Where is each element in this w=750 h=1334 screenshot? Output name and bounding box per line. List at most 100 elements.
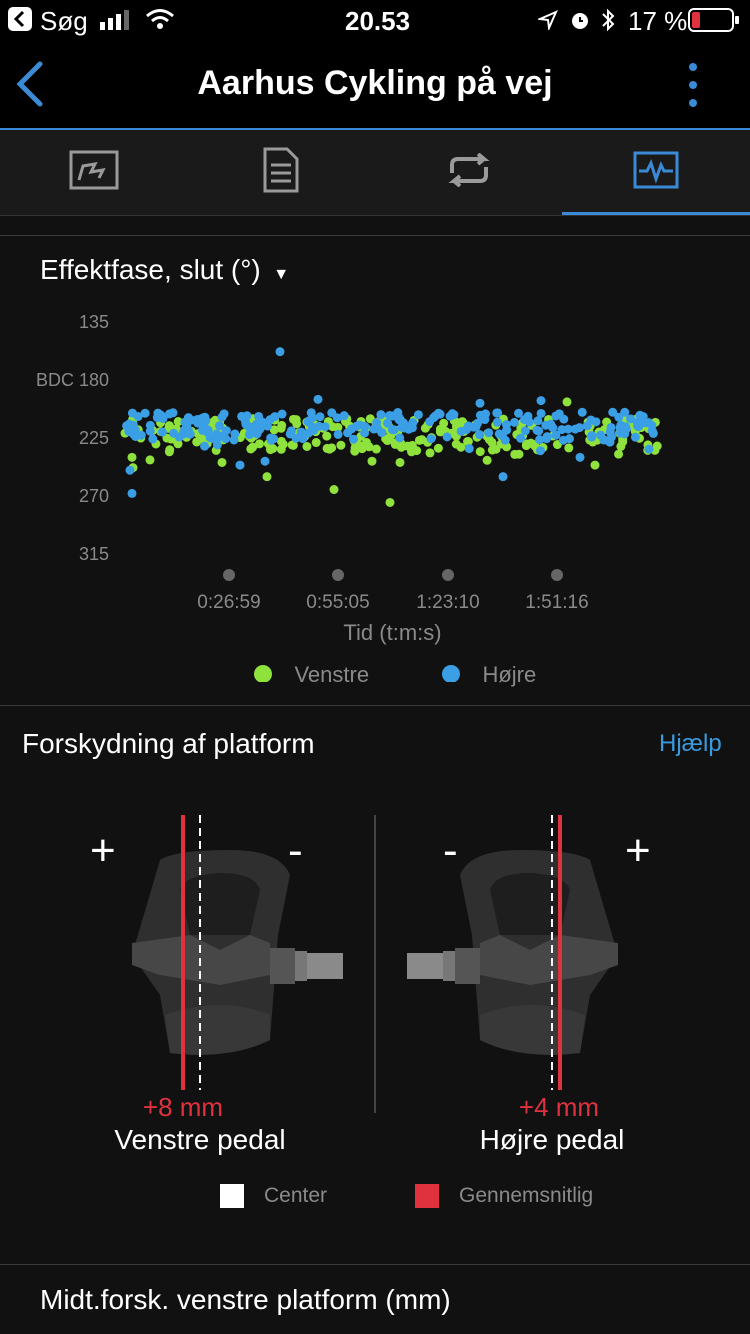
data-point <box>630 432 640 442</box>
back-app-label[interactable]: Søg <box>40 6 88 37</box>
data-point <box>192 437 202 447</box>
data-point <box>626 414 636 424</box>
data-point <box>244 430 254 440</box>
data-point <box>127 488 137 498</box>
data-point <box>447 409 457 419</box>
data-point <box>302 441 312 451</box>
data-point <box>433 408 443 418</box>
y-tick-label: 225 <box>79 428 109 448</box>
data-point <box>383 418 393 428</box>
data-point <box>217 412 227 422</box>
data-point <box>200 441 210 451</box>
repeat-loop-icon <box>444 152 494 192</box>
data-point <box>442 432 452 442</box>
data-point <box>311 438 321 448</box>
data-point <box>469 422 479 432</box>
x-tick-marker <box>332 569 344 581</box>
metric-selector[interactable]: Effektfase, slut (°) ▼ <box>40 254 289 286</box>
data-point <box>265 445 275 455</box>
data-point <box>534 426 544 436</box>
data-point <box>314 421 324 431</box>
tab-laps[interactable] <box>375 130 562 215</box>
data-point <box>487 445 497 455</box>
tab-graphs[interactable] <box>562 130 749 215</box>
average-legend-label: Gennemsnitlig <box>459 1184 594 1207</box>
data-point <box>360 422 370 432</box>
data-point <box>229 435 239 445</box>
y-tick-label: 315 <box>79 544 109 564</box>
y-tick-label: 135 <box>79 312 109 332</box>
location-icon <box>536 10 558 35</box>
legend-right-swatch <box>442 665 460 683</box>
x-tick-marker <box>442 569 454 581</box>
data-point <box>303 417 313 427</box>
x-tick-marker <box>223 569 235 581</box>
data-point <box>557 425 567 435</box>
data-point <box>395 433 405 443</box>
data-point <box>133 412 143 422</box>
data-point <box>276 423 286 433</box>
x-tick-label: 0:55:05 <box>306 592 369 613</box>
data-point <box>475 430 485 440</box>
data-point <box>122 421 132 431</box>
data-point <box>313 394 323 404</box>
left-offset-value: +8 mm <box>142 1092 224 1122</box>
divider <box>0 235 750 236</box>
data-point <box>484 428 494 438</box>
data-point <box>425 448 435 458</box>
more-menu-icon[interactable] <box>686 62 700 113</box>
data-point <box>385 497 395 507</box>
active-tab-indicator <box>562 212 750 215</box>
right-pedal-icon <box>407 815 618 1090</box>
back-app-icon[interactable] <box>8 7 32 31</box>
data-point <box>136 430 146 440</box>
metric-title: Effektfase, slut (°) <box>40 254 261 285</box>
data-point <box>413 410 423 420</box>
data-point <box>475 447 485 457</box>
data-point <box>127 452 137 462</box>
bluetooth-icon <box>600 8 616 37</box>
battery-icon <box>688 8 740 37</box>
status-bar: Søg 20.53 17 % <box>0 0 750 40</box>
data-point <box>336 440 346 450</box>
data-point <box>389 425 399 435</box>
right-offset-value: +4 mm <box>518 1092 600 1122</box>
chart-flag-icon <box>69 150 119 195</box>
data-point <box>509 417 519 427</box>
data-point <box>269 434 279 444</box>
data-point <box>214 432 224 442</box>
data-point <box>492 408 502 418</box>
activity-graph-icon <box>633 151 679 194</box>
tab-overview[interactable] <box>0 130 187 215</box>
left-plus-sign: + <box>90 826 116 875</box>
data-point <box>217 457 227 467</box>
data-point <box>168 408 178 418</box>
data-point <box>433 443 443 453</box>
legend-left-swatch <box>254 665 272 683</box>
data-point <box>498 472 508 482</box>
data-point <box>606 432 616 442</box>
data-point <box>291 415 301 425</box>
data-point <box>558 435 568 445</box>
data-point <box>456 426 466 436</box>
data-point <box>614 449 624 459</box>
nav-bar: Aarhus Cykling på vej <box>0 40 750 130</box>
data-point <box>501 420 511 430</box>
tab-details[interactable] <box>187 130 374 215</box>
data-point <box>385 411 395 421</box>
data-point <box>235 460 245 470</box>
section-title: Forskydning af platform <box>22 728 315 759</box>
x-tick-label: 1:51:16 <box>525 592 588 613</box>
data-point <box>315 412 325 422</box>
data-point <box>500 435 510 445</box>
divider <box>0 705 750 706</box>
wifi-icon <box>145 8 175 35</box>
help-link[interactable]: Hjælp <box>659 730 722 758</box>
data-point <box>185 429 195 439</box>
data-point <box>536 408 546 418</box>
data-point <box>322 431 332 441</box>
data-point <box>333 429 343 439</box>
center-swatch <box>220 1184 244 1208</box>
data-point <box>616 420 626 430</box>
data-point <box>633 422 643 432</box>
